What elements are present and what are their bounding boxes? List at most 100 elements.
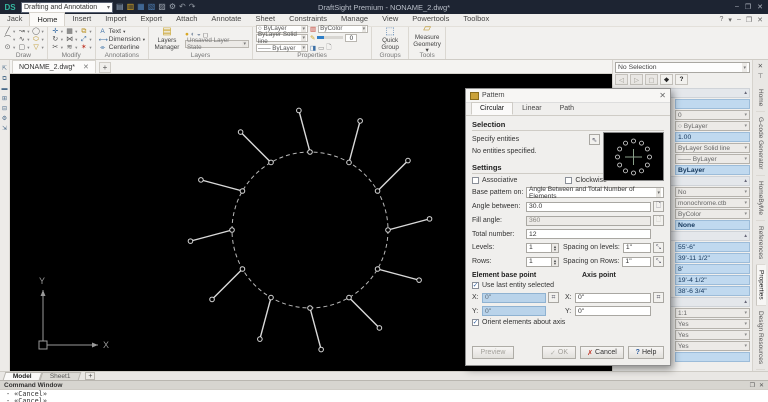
palette-value-select[interactable]: Yes▾ [675,319,750,329]
palette-value-select[interactable]: No▾ [675,187,750,197]
palette-back-button[interactable]: ◁ [615,74,628,85]
doc-close-icon[interactable]: ✕ [757,16,763,24]
palette-value-select[interactable]: —— ByLayer▾ [675,154,750,164]
copy-button[interactable]: ⧉▾ [79,28,91,36]
base-pattern-select[interactable]: Angle Between and Total Number of Elemen… [526,187,664,198]
clockwise-checkbox[interactable] [565,177,572,184]
spacing-rows-picker-button[interactable]: ⤡ [653,256,664,267]
sheets-tool-icon[interactable]: ⧉ [2,76,6,82]
sheet-tab-model[interactable]: Model [3,372,42,380]
palette-value-select[interactable]: Yes▾ [675,330,750,340]
cmd-close-icon[interactable]: ✕ [759,382,764,389]
pattern-element[interactable] [375,267,421,283]
pattern-tab-path[interactable]: Path [551,102,583,115]
palette-value-select[interactable]: 0▾ [675,110,750,120]
orient-elements-checkbox[interactable]: ✓ [472,319,479,326]
point-button[interactable]: ⊙▾ [3,44,15,52]
angle-between-input[interactable]: 30.0 [526,202,651,212]
axis-point-picker-button[interactable]: ⌗ [653,292,664,303]
layer-state-select[interactable]: Unsaved Layer State▾ [185,40,249,48]
polyline-button[interactable]: ↝▾ [17,28,29,36]
palette-forward-button[interactable]: ▷ [630,74,643,85]
palette-value-field[interactable]: ByLayer [675,165,750,175]
selection-filter-select[interactable]: No Selection ▾ [615,62,750,73]
spacing-levels-input[interactable]: 1" [623,243,651,253]
pattern-element[interactable] [308,306,324,352]
levels-input[interactable]: 1 [526,243,552,253]
close-icon[interactable]: ✕ [659,91,666,100]
palette-value-field[interactable]: 19'-4 1/2" [675,275,750,285]
palette-value-field[interactable]: 38'-6 3/4" [675,286,750,296]
total-number-input[interactable]: 12 [526,229,651,239]
scale-button[interactable]: ⤢▾ [79,36,91,44]
cancel-button[interactable]: ✗Cancel [580,346,624,359]
pattern-element[interactable] [347,119,363,165]
rectangle-button[interactable]: ▢▾ [17,44,29,52]
close-button[interactable]: ✕ [757,3,763,11]
cmd-float-icon[interactable]: ❐ [750,382,755,389]
side-tab-properties[interactable]: Properties [756,265,766,306]
export-tool-icon[interactable]: ⇲ [2,126,7,132]
pattern-element[interactable] [238,130,273,165]
ruler-tool-icon[interactable]: ▬ [2,86,8,92]
mirror-button[interactable]: ⋈▾ [65,36,77,44]
line-color-select[interactable]: ByColor▾ [318,25,368,33]
palette-value-select[interactable]: ○ ByLayer▾ [675,121,750,131]
doc-minimize-icon[interactable]: – [737,16,741,24]
text-button[interactable]: AText▾ [99,28,145,35]
quick-group-button[interactable]: ⬚Quick Group [375,28,405,50]
pattern-element[interactable] [386,217,432,233]
spline-button[interactable]: ∿▾ [17,36,29,44]
palette-value-field[interactable] [675,352,750,362]
palette-value-select[interactable]: Yes▾ [675,341,750,351]
angle-between-picker-button[interactable]: 🗋 [653,201,664,212]
pattern-element[interactable] [210,267,245,302]
palette-value-field[interactable]: 1.00 [675,132,750,142]
pointer-tool-icon[interactable]: ⇱ [2,66,7,72]
new-document-tab-button[interactable]: + [99,62,111,73]
dimension-button[interactable]: ⟷Dimension▾ [99,36,145,43]
palette-value-select[interactable]: ByLayer Solid line▾ [675,143,750,153]
pattern-button[interactable]: ▦▾ [65,28,77,36]
rows-spinner[interactable]: ▲▼ [552,257,559,267]
document-tab[interactable]: NONAME_2.dwg* ✕ [12,60,96,73]
pattern-tab-linear[interactable]: Linear [513,102,550,115]
axis-x-input[interactable]: 0" [575,293,651,303]
trim-button[interactable]: ✂▾ [51,44,63,52]
pattern-dialog-titlebar[interactable]: Pattern ✕ [466,89,670,103]
minimize-button[interactable]: – [735,3,739,11]
line-style-select[interactable]: ByLayer Solid line▾ [256,34,308,42]
pattern-element[interactable] [375,158,410,193]
base-point-picker-button[interactable]: ⌗ [548,292,559,303]
specify-entities-picker-button[interactable]: ⇖ [589,134,600,145]
pattern-element[interactable] [199,178,245,194]
command-window-header[interactable]: Command Window ❐✕ [0,380,768,389]
ribbon-collapse-icon[interactable]: ▾ [728,16,732,24]
doc-restore-icon[interactable]: ❐ [746,16,752,24]
menu-tab-toolbox[interactable]: Toolbox [456,12,496,26]
palette-value-select[interactable]: ByColor▾ [675,209,750,219]
pattern-element[interactable] [297,108,313,154]
measure-geometry-button[interactable]: ▱Measure Geometry ▾ [412,28,442,50]
palette-value-field[interactable]: 55'-6" [675,242,750,252]
side-tab-homebyme[interactable]: HomeByMe [756,176,765,221]
use-last-entity-checkbox[interactable]: ✓ [472,282,479,289]
restore-button[interactable]: ❐ [745,3,751,11]
palette-value-field[interactable] [675,99,750,109]
palette-value-field[interactable]: 39'-11 1/2" [675,253,750,263]
pattern-element[interactable] [188,228,234,244]
menu-tab-view[interactable]: View [375,12,405,26]
menu-tab-home[interactable]: Home [29,12,65,26]
offset-button[interactable]: ≋▾ [65,44,77,52]
color-book-icon[interactable]: ▥ [310,25,316,33]
line-weight-select[interactable]: —— ByLayer▾ [256,44,308,52]
pattern-element[interactable] [258,295,274,341]
sheet-tab-sheet1[interactable]: Sheet1 [39,372,80,380]
help-icon[interactable]: ? [720,16,724,24]
workspace-select[interactable]: Drafting and Annotation ▾ [21,2,113,13]
line-button[interactable]: ╱▾ [3,28,15,36]
levels-spinner[interactable]: ▲▼ [552,243,559,253]
palette-select-button[interactable]: ▢ [645,74,658,85]
view-preset-0-icon[interactable]: ⊟ [2,106,7,112]
palette-quick-select-icon[interactable]: ❖ [660,74,673,85]
